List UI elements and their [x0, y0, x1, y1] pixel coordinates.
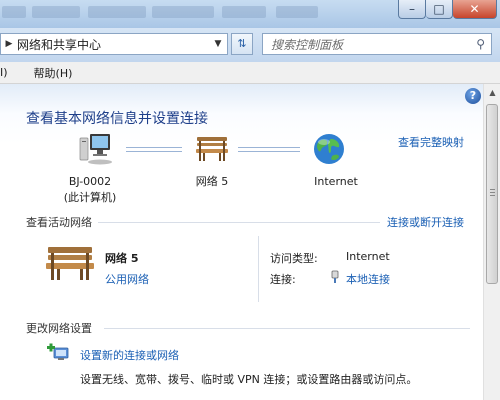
menu-bar: I) 帮助(H): [0, 62, 500, 84]
address-path[interactable]: 网络和共享中心: [17, 36, 101, 53]
blurred-title-segment: [2, 6, 26, 18]
section-divider: [98, 222, 380, 223]
maximize-icon: □: [433, 2, 445, 16]
address-toolbar: ▶ 网络和共享中心 ▼ ⇅ 搜索控制面板 ⚲: [0, 28, 500, 62]
blurred-title-segment: [152, 6, 214, 18]
vertical-divider: [258, 236, 259, 302]
active-networks-title: 查看活动网络: [26, 216, 92, 229]
breadcrumb-arrow-icon[interactable]: ▶: [1, 39, 17, 49]
view-full-map-link[interactable]: 查看完整映射: [398, 134, 464, 150]
page-title: 查看基本网络信息并设置连接: [26, 111, 208, 127]
minimize-icon: –: [409, 2, 415, 16]
window-title-bar: – □ ✕: [0, 0, 500, 28]
public-network-bench-icon[interactable]: [194, 136, 230, 164]
new-connection-icon: [47, 343, 69, 360]
close-button[interactable]: ✕: [453, 0, 497, 19]
access-type-label: 访问类型:: [270, 252, 318, 265]
public-network-bench-icon[interactable]: [44, 246, 96, 282]
active-network-name: 网络 5: [105, 252, 139, 265]
thumb-grip: [490, 192, 495, 193]
blurred-title-segment: [32, 6, 80, 18]
change-settings-title: 更改网络设置: [26, 322, 92, 335]
help-icon[interactable]: ?: [465, 88, 481, 104]
connection-line: [238, 147, 300, 152]
close-icon: ✕: [469, 2, 480, 16]
internet-label: Internet: [314, 175, 358, 188]
vertical-scrollbar[interactable]: ▲: [483, 84, 500, 400]
search-icon[interactable]: ⚲: [476, 37, 485, 51]
internet-globe-icon: [314, 134, 344, 164]
scroll-up-arrow-icon[interactable]: ▲: [486, 86, 499, 100]
setup-new-connection-description: 设置无线、宽带、拨号、临时或 VPN 连接；或设置路由器或访问点。: [80, 373, 418, 386]
menu-item-help[interactable]: 帮助(H): [14, 65, 79, 81]
access-type-value: Internet: [346, 250, 390, 263]
lan-connection-icon: [331, 270, 339, 283]
connection-label: 连接:: [270, 273, 296, 286]
menu-item-tools[interactable]: I): [0, 66, 14, 79]
network-type-link[interactable]: 公用网络: [105, 271, 149, 287]
address-bar[interactable]: ▶ 网络和共享中心 ▼: [0, 33, 228, 55]
main-content: ? 查看基本网络信息并设置连接 查看完整映射 BJ-0002 (此计算机) 网络…: [0, 84, 483, 400]
maximize-button[interactable]: □: [426, 0, 453, 19]
address-dropdown-icon[interactable]: ▼: [211, 36, 225, 52]
blurred-title-segment: [276, 6, 318, 18]
search-input[interactable]: 搜索控制面板 ⚲: [262, 33, 492, 55]
computer-icon: [79, 134, 112, 165]
scrollbar-thumb[interactable]: [486, 104, 498, 284]
blurred-title-segment: [222, 6, 266, 18]
refresh-button[interactable]: ⇅: [231, 33, 253, 55]
computer-name: BJ-0002: [68, 175, 112, 188]
setup-new-connection-link[interactable]: 设置新的连接或网络: [80, 347, 179, 363]
connect-disconnect-link[interactable]: 连接或断开连接: [387, 214, 464, 230]
thumb-grip: [490, 195, 495, 196]
minimize-button[interactable]: –: [398, 0, 426, 19]
search-placeholder: 搜索控制面板: [271, 37, 344, 52]
section-divider: [104, 328, 470, 329]
refresh-icon: ⇅: [237, 37, 247, 50]
connection-line: [126, 147, 182, 152]
blurred-title-segment: [88, 6, 146, 18]
network-map-label[interactable]: 网络 5: [172, 174, 252, 189]
local-connection-link[interactable]: 本地连接: [346, 271, 390, 287]
computer-note: (此计算机): [63, 191, 117, 204]
thumb-grip: [490, 189, 495, 190]
